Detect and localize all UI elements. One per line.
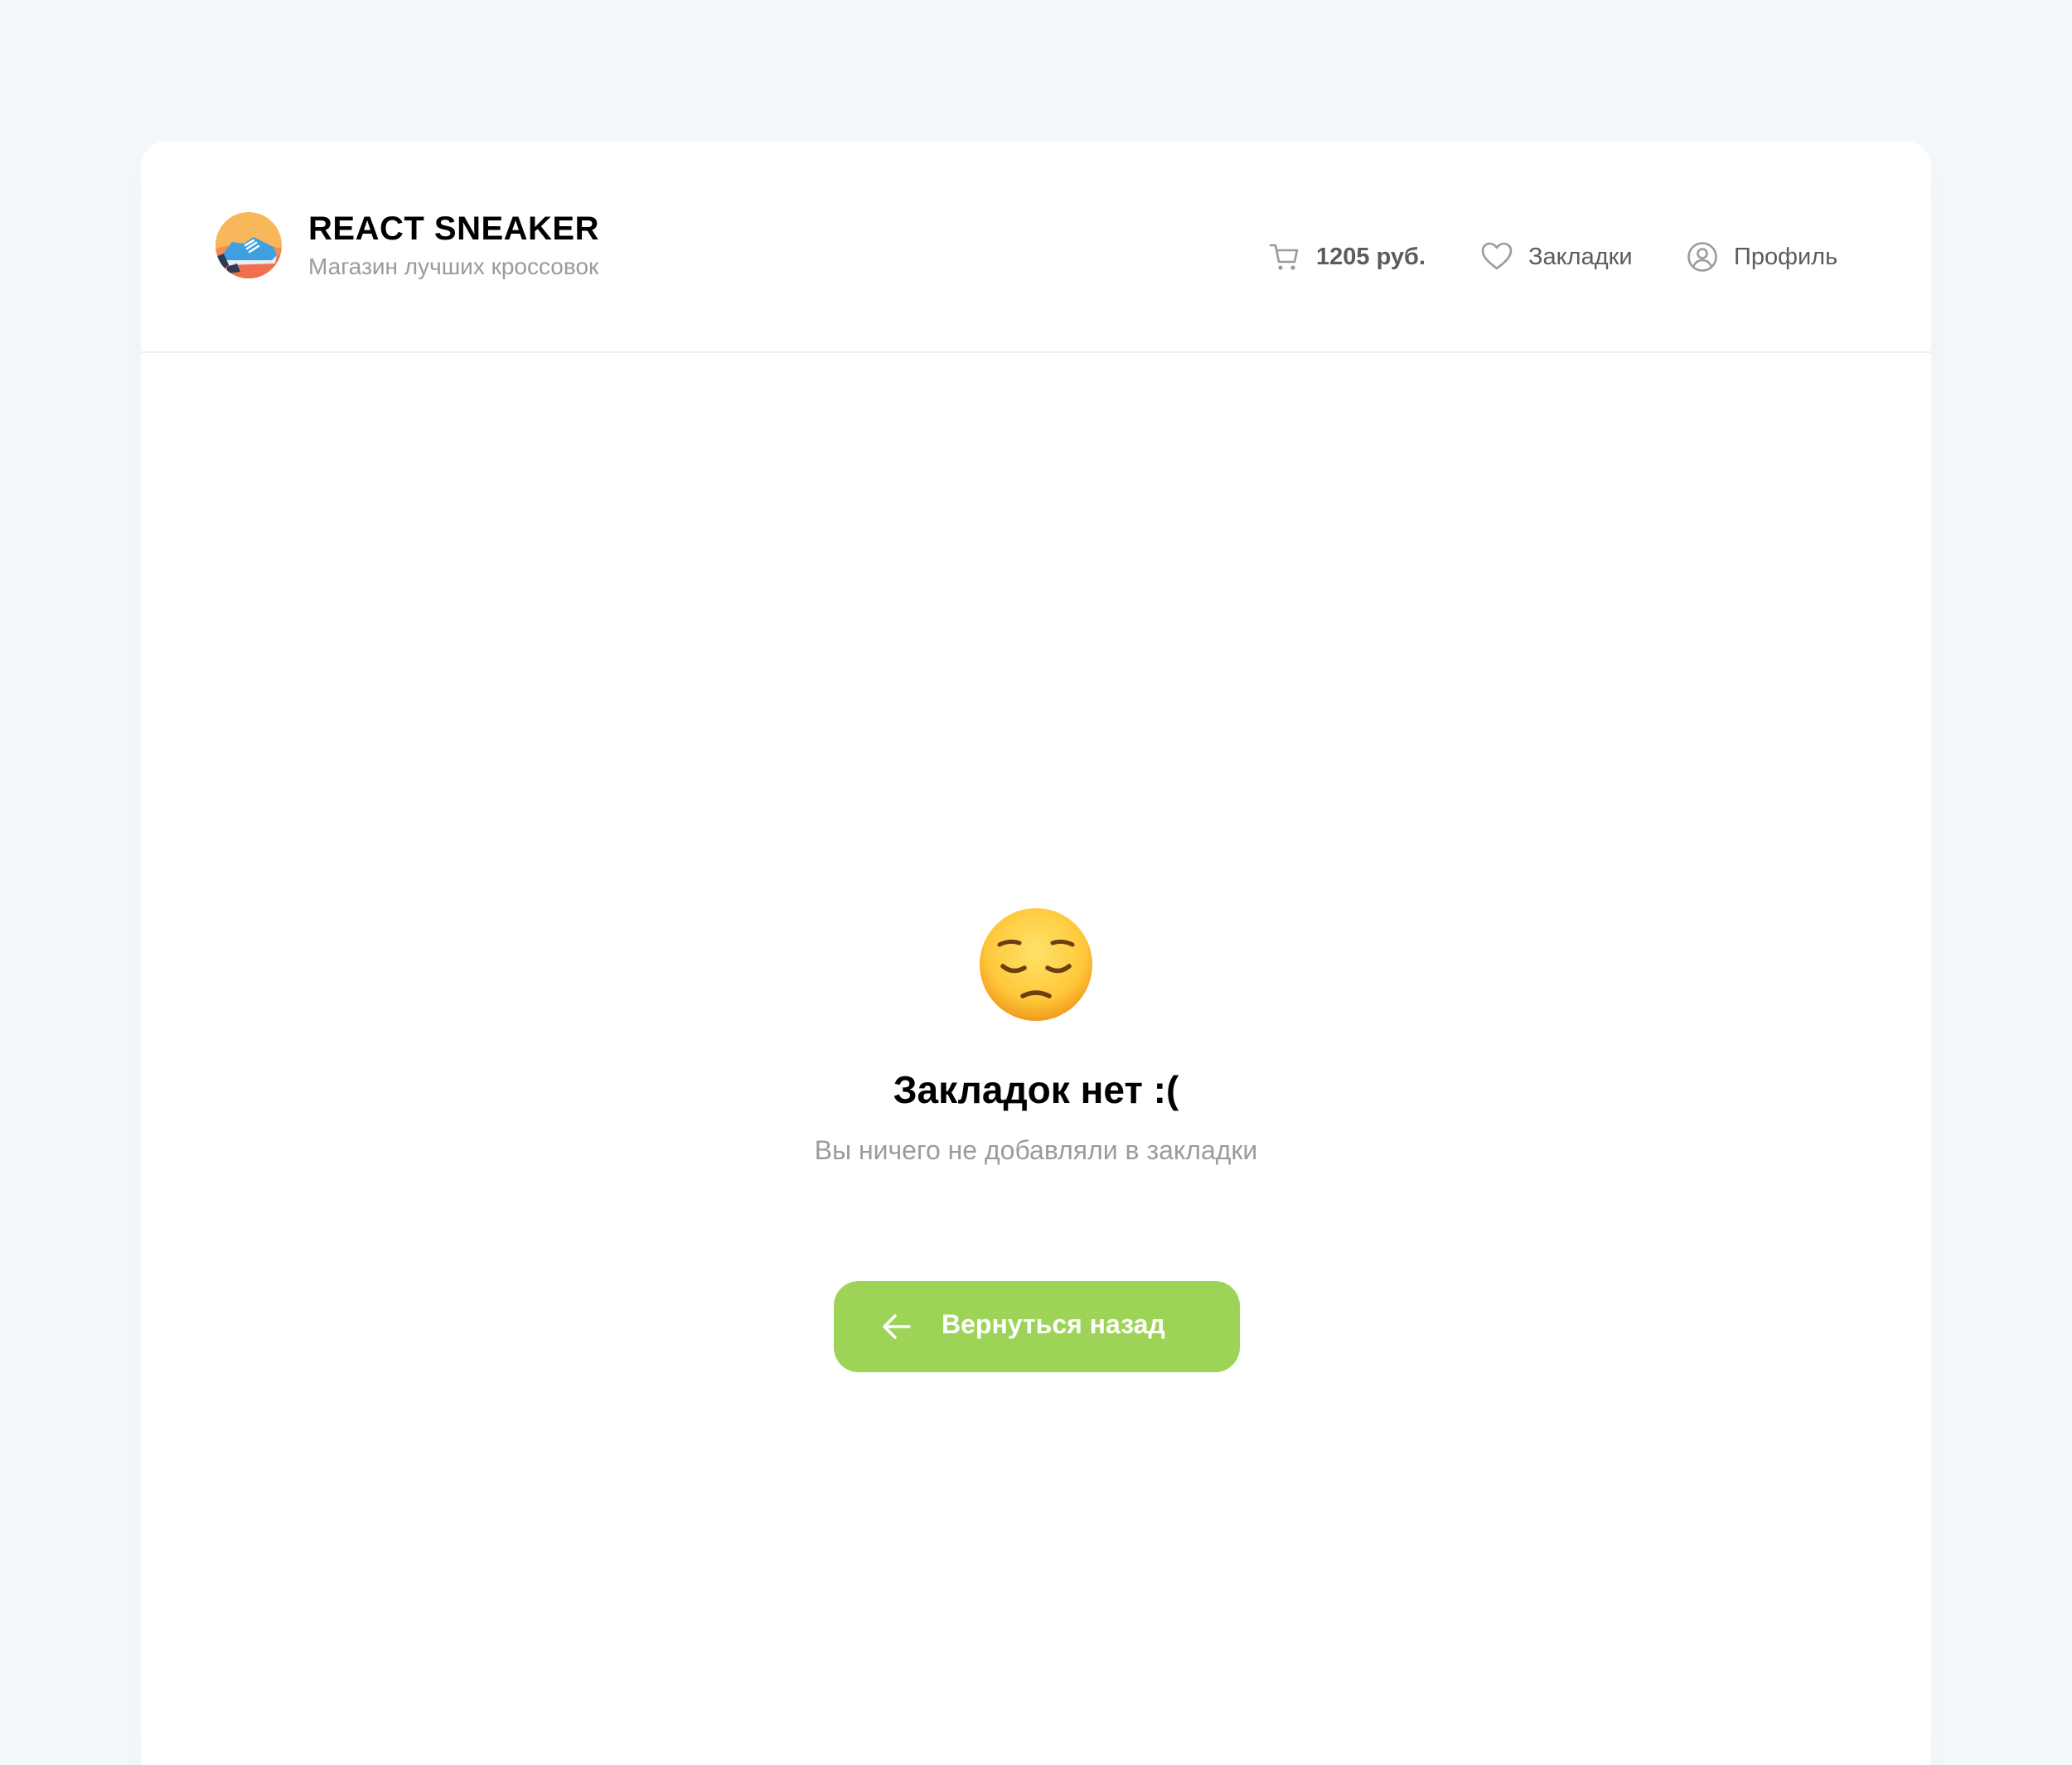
nav-profile[interactable]: Профиль [1686,240,1837,273]
nav-profile-label: Профиль [1734,243,1838,270]
heart-icon [1481,242,1513,270]
empty-subtitle: Вы ничего не добавляли в закладки [814,1135,1258,1165]
arrow-left-icon [883,1314,911,1339]
back-button-label: Вернуться назад [942,1309,1165,1339]
nav-bookmarks[interactable]: Закладки [1480,240,1633,273]
brand-subtitle: Магазин лучших кроссовок [308,254,599,279]
back-button[interactable]: Вернуться назад [834,1281,1240,1372]
pensive-face-icon [978,907,1094,1023]
empty-title: Закладок нет :( [893,1068,1179,1111]
cart-icon [1269,244,1299,270]
page-card: REACT SNEAKER Магазин лучших кроссовок 1… [141,141,1931,1765]
nav-bookmarks-label: Закладки [1528,243,1633,270]
user-circle-icon [1687,242,1717,272]
sneaker-logo-icon [215,212,282,278]
header: REACT SNEAKER Магазин лучших кроссовок 1… [141,141,1931,353]
cart-button[interactable]: 1205 руб. [1268,240,1426,273]
logo[interactable] [215,212,282,278]
cart-total: 1205 руб. [1316,243,1426,270]
brand-title: REACT SNEAKER [308,210,599,247]
